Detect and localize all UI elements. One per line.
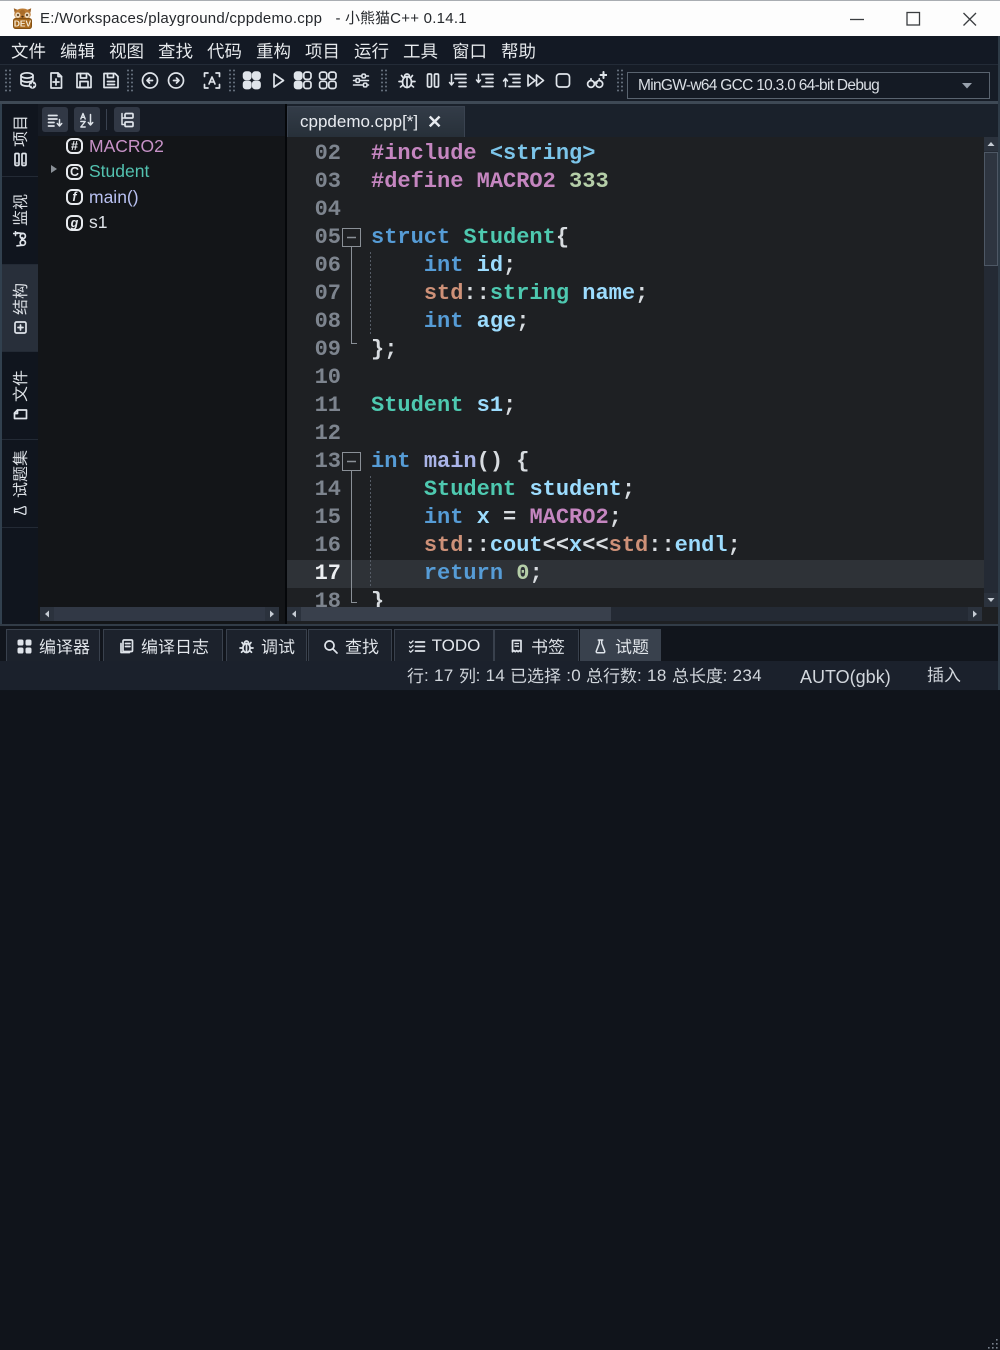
svg-text:DEV: DEV	[14, 19, 32, 29]
